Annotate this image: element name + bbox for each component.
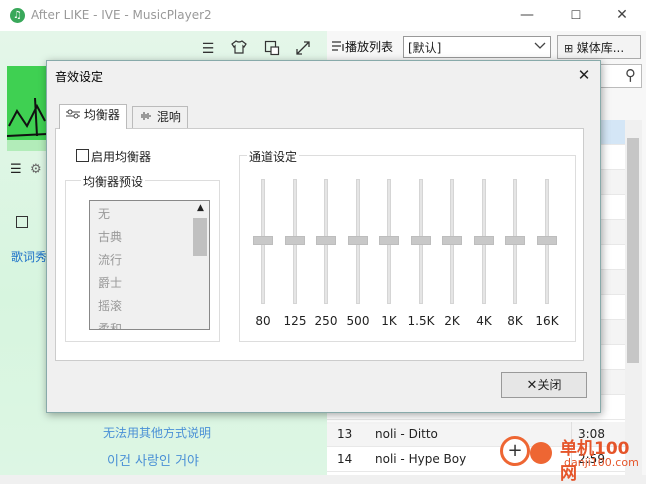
preset-scroll-thumb[interactable] [193, 218, 207, 256]
sound-effect-dialog: 音效设定 ✕ 均衡器 混响 启用均衡器 均衡器预设 无 古典 流行 爵士 摇滚 … [46, 60, 601, 413]
slider-thumb-6[interactable] [442, 236, 462, 245]
band-label: 2K [444, 314, 460, 328]
maximize-button[interactable]: ☐ [564, 4, 588, 26]
list-item[interactable]: 摇滚 [98, 297, 122, 314]
playlist-select[interactable]: [默认] [403, 36, 551, 58]
playlist-icon [331, 39, 345, 56]
close-button[interactable]: ✕关闭 [501, 372, 587, 398]
scroll-up-icon[interactable]: ▲ [192, 201, 209, 215]
close-window-button[interactable]: ✕ [610, 4, 634, 26]
band-label: 1.5K [407, 314, 435, 328]
search-icon: ⚲ [625, 66, 636, 84]
enable-eq-checkbox[interactable] [76, 149, 89, 162]
tab-equalizer-label: 均衡器 [83, 108, 120, 122]
tab-reverb[interactable]: 混响 [132, 106, 188, 128]
playlist-label: 播放列表 [345, 40, 394, 54]
media-library-button[interactable]: ⊞ 媒体库... [557, 35, 641, 59]
preset-group-title: 均衡器预设 [81, 173, 146, 190]
chevron-down-icon [534, 39, 546, 54]
list-item[interactable]: 爵士 [98, 274, 122, 291]
lyric-line-current: 无法用其他方式说明 [103, 426, 212, 440]
list-item[interactable]: 无 [98, 205, 110, 222]
slider-thumb-8[interactable] [505, 236, 525, 245]
band-label: 4K [476, 314, 492, 328]
row-number: 13 [337, 427, 353, 441]
tab-equalizer[interactable]: 均衡器 [59, 104, 127, 129]
window-title: After LIKE - IVE - MusicPlayer2 [31, 8, 212, 22]
settings-icon[interactable]: ⚙ [30, 162, 42, 177]
list-item[interactable]: 流行 [98, 251, 122, 268]
channel-group-title: 通道设定 [247, 148, 300, 165]
dialog-close-icon[interactable]: ✕ [574, 65, 594, 85]
app-icon: ♫ [10, 8, 25, 23]
band-label: 1K [381, 314, 397, 328]
slider-thumb-0[interactable] [253, 236, 273, 245]
skin-icon[interactable] [229, 40, 249, 58]
lyrics-show-label[interactable]: 歌词秀 [11, 248, 47, 265]
enable-eq-label: 启用均衡器 [91, 150, 152, 164]
slider-thumb-4[interactable] [379, 236, 399, 245]
watermark-subtext: danji100.com [564, 456, 639, 469]
slider-thumb-5[interactable] [411, 236, 431, 245]
playlist-toggle-icon[interactable]: ☰ [10, 162, 22, 177]
slider-thumb-1[interactable] [285, 236, 305, 245]
slider-thumb-7[interactable] [474, 236, 494, 245]
band-label: 8K [507, 314, 523, 328]
waveform-icon [139, 110, 157, 124]
logo-icon [530, 442, 552, 464]
add-icon: + [500, 436, 530, 466]
close-button-label: 关闭 [537, 378, 562, 392]
minimize-button[interactable]: — [515, 4, 539, 26]
fullscreen-icon[interactable] [293, 40, 313, 58]
row-title: noli - Ditto [375, 427, 438, 441]
stop-icon[interactable] [16, 216, 28, 228]
lyric-line-next: 이건 사랑인 거야 [107, 454, 199, 469]
close-icon: ✕ [526, 378, 538, 393]
dialog-title: 音效设定 [55, 70, 104, 84]
playlist-scroll-thumb[interactable] [627, 138, 639, 363]
band-label: 500 [346, 314, 370, 328]
slider-thumb-2[interactable] [316, 236, 336, 245]
grid-icon: ⊞ [564, 42, 577, 55]
band-label: 80 [255, 314, 271, 328]
band-label: 250 [314, 314, 338, 328]
tab-reverb-label: 混响 [156, 110, 181, 124]
album-cover [7, 66, 47, 151]
list-item[interactable]: 古典 [98, 228, 122, 245]
sliders-icon [66, 108, 84, 122]
band-label: 125 [283, 314, 307, 328]
mini-mode-icon[interactable] [262, 40, 282, 58]
slider-thumb-9[interactable] [537, 236, 557, 245]
list-item[interactable]: 柔和 [98, 320, 122, 329]
row-number: 14 [337, 452, 353, 466]
band-label: 16K [535, 314, 559, 328]
watermark: + 单机100网 danji100.com [500, 432, 646, 484]
slider-thumb-3[interactable] [348, 236, 368, 245]
media-library-label: 媒体库... [576, 41, 625, 55]
menu-icon[interactable]: ☰ [198, 40, 218, 58]
playlist-select-value: [默认] [408, 41, 442, 55]
row-title: noli - Hype Boy [375, 452, 467, 466]
